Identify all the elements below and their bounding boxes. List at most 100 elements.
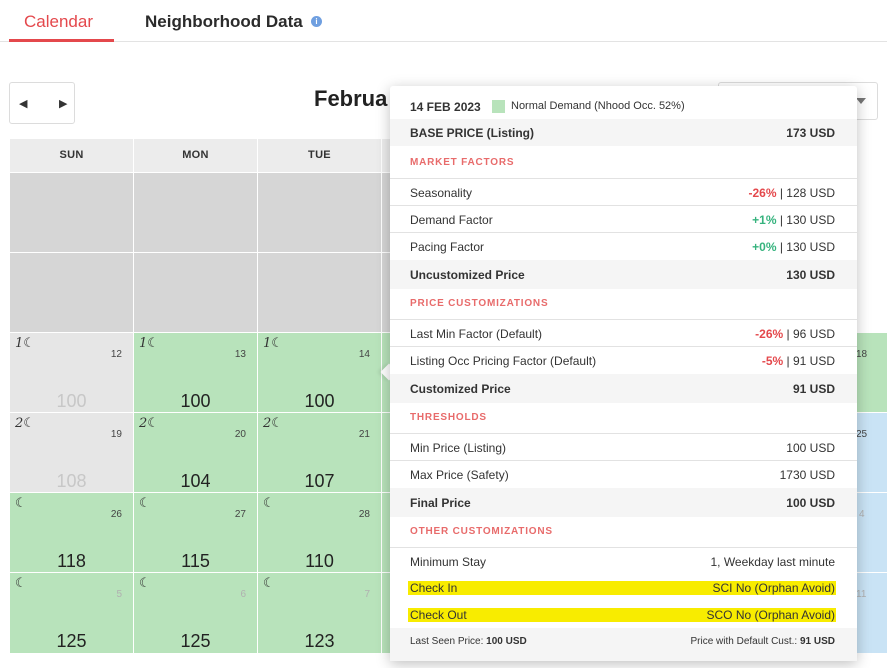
day-price: 100 [56,391,87,411]
calendar-cell[interactable]: 1☾ 14 100 [258,333,381,412]
pacing-factor-value: +0% | 130 USD [752,240,835,254]
seasonality-label: Seasonality [410,186,473,200]
day-number: 11 [856,589,867,600]
final-price-value: 100 USD [786,496,835,510]
tooltip-header: 14 FEB 2023 Normal Demand (Nhood Occ. 52… [390,90,857,120]
base-price-label: BASE PRICE (Listing) [410,126,535,140]
moon-icon: ☾ [263,495,275,510]
section-divider [390,406,857,434]
final-price-row: Final Price 100 USD [390,488,857,517]
section-divider [390,151,857,179]
final-price-label: Final Price [410,496,471,510]
calendar-cell [258,253,381,332]
day-number: 26 [110,509,122,520]
calendar-cell[interactable] [855,413,887,492]
day-number: 18 [856,349,868,360]
minimum-stay-label: Minimum Stay [410,555,487,569]
calendar-cell[interactable]: ☾ 6 125 [134,573,257,653]
calendar-cell[interactable]: 2☾ 20 104 [134,413,257,492]
day-number: 19 [110,429,122,440]
day-price: 125 [180,631,211,651]
prev-month-icon[interactable]: ◀ [19,97,27,110]
calendar-cell[interactable]: ☾ 28 110 [258,493,381,572]
day-number: 21 [358,429,370,440]
minimum-stay-value: 1, Weekday last minute [710,555,835,569]
calendar-cell[interactable]: 2☾ 21 107 [258,413,381,492]
info-icon[interactable]: i [311,16,322,27]
calendar-cell[interactable]: ☾ 26 118 [10,493,133,572]
moon-icon: ☾ [139,575,151,590]
demand-label: Normal Demand (Nhood Occ. 52%) [511,100,685,112]
check-out-value: SCO No (Orphan Avoid) [706,608,835,622]
min-price-row: Min Price (Listing) 100 USD [390,434,857,461]
section-divider [390,519,857,548]
tab-neighborhood-data[interactable]: Neighborhood Data [145,12,303,32]
day-number: 13 [234,349,246,360]
max-price-value: 1730 USD [779,468,835,482]
day-price: 115 [181,551,210,571]
moon-icon: 2☾ [263,415,283,431]
calendar-cell[interactable] [855,493,887,572]
moon-icon: ☾ [263,575,275,590]
occ-pricing-factor-label: Listing Occ Pricing Factor (Default) [410,354,597,368]
calendar-cell[interactable]: 1☾ 12 100 [10,333,133,412]
calendar-cell[interactable]: 1☾ 13 100 [134,333,257,412]
occ-pricing-factor-value: -5% | 91 USD [761,354,835,368]
moon-icon: ☾ [15,495,27,510]
active-tab-underline [9,39,114,42]
day-number: 7 [364,589,370,600]
day-price: 100 [180,391,211,411]
uncustomized-price-row: Uncustomized Price 130 USD [390,260,857,289]
default-cust-price: Price with Default Cust.: 91 USD [690,636,835,647]
day-number: 6 [240,589,246,600]
calendar-cell[interactable]: ☾ 7 123 [258,573,381,653]
day-price: 107 [304,471,335,491]
demand-factor-label: Demand Factor [410,213,493,227]
section-divider [390,291,857,320]
calendar-cell [10,253,133,332]
chevron-down-icon[interactable] [856,98,866,104]
moon-icon: 1☾ [263,335,283,351]
last-min-factor-value: -26% | 96 USD [755,327,835,341]
calendar-cell[interactable]: 2☾ 19 108 [10,413,133,492]
calendar-cell [134,253,257,332]
day-price: 118 [57,551,86,571]
day-price: 125 [56,631,87,651]
calendar-cell [10,173,133,252]
moon-icon: 1☾ [15,335,35,351]
pacing-factor-row: Pacing Factor +0% | 130 USD [390,233,857,260]
day-number: 14 [358,349,370,360]
min-price-value: 100 USD [786,441,835,455]
month-navigator: ◀ ▶ [9,82,75,124]
moon-icon: ☾ [15,575,27,590]
day-price: 100 [304,391,335,411]
check-in-value: SCI No (Orphan Avoid) [712,581,835,595]
customized-price-row: Customized Price 91 USD [390,374,857,403]
moon-icon: 2☾ [139,415,159,431]
calendar-cell[interactable]: ☾ 5 125 [10,573,133,653]
day-header-tue: TUE [258,139,382,172]
day-price: 108 [56,471,87,491]
last-min-factor-label: Last Min Factor (Default) [410,327,543,341]
demand-factor-value: +1% | 130 USD [752,213,835,227]
day-number: 5 [116,589,122,600]
moon-icon: 2☾ [15,415,35,431]
max-price-label: Max Price (Safety) [410,468,509,482]
calendar-cell[interactable] [855,573,887,653]
calendar-cell [134,173,257,252]
max-price-row: Max Price (Safety) 1730 USD [390,461,857,488]
check-out-row: Check Out SCO No (Orphan Avoid) [390,601,857,628]
calendar-cell[interactable] [855,333,887,412]
calendar-cell[interactable]: ☾ 27 115 [134,493,257,572]
day-number: 20 [234,429,246,440]
base-price-row: BASE PRICE (Listing) 173 USD [390,119,857,146]
check-out-label: Check Out [410,608,467,622]
base-price-value: 173 USD [786,126,835,140]
uncustomized-price-value: 130 USD [786,268,835,282]
demand-swatch [492,100,505,113]
seasonality-row: Seasonality -26% | 128 USD [390,179,857,206]
next-month-icon[interactable]: ▶ [59,97,67,110]
demand-factor-row: Demand Factor +1% | 130 USD [390,206,857,233]
tab-calendar[interactable]: Calendar [24,12,93,32]
tab-bar: Calendar Neighborhood Data i [0,0,887,42]
